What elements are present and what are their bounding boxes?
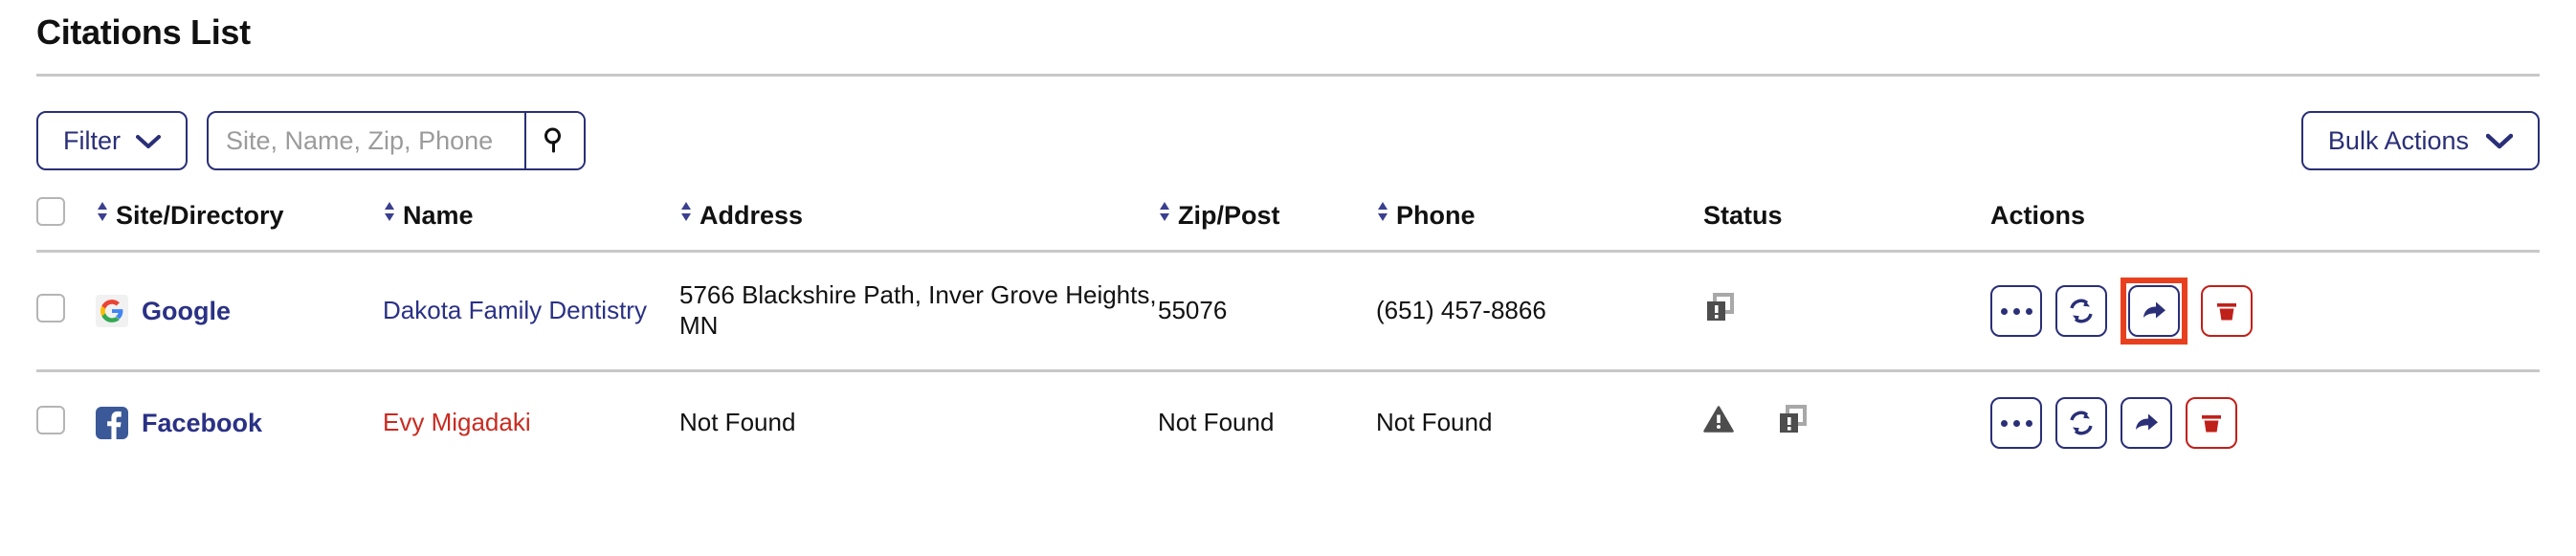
row-site-cell: Google bbox=[96, 250, 383, 371]
forward-icon[interactable] bbox=[2128, 285, 2180, 338]
row-select-cell bbox=[36, 369, 96, 475]
sync-icon[interactable] bbox=[2055, 397, 2107, 450]
row-actions-cell bbox=[1990, 369, 2540, 475]
page-title: Citations List bbox=[36, 12, 251, 52]
row-checkbox[interactable] bbox=[36, 406, 65, 435]
sort-icon[interactable] bbox=[96, 200, 109, 230]
delete-icon[interactable] bbox=[2186, 397, 2237, 450]
table-header-row: Site/Directory Name Address Zip/Post Pho… bbox=[36, 197, 2540, 252]
more-icon[interactable] bbox=[1990, 285, 2042, 338]
column-header-phone[interactable]: Phone bbox=[1376, 197, 1703, 252]
row-name-cell: Evy Migadaki bbox=[383, 369, 679, 475]
forward-icon[interactable] bbox=[2121, 397, 2172, 450]
more-icon[interactable] bbox=[1990, 397, 2042, 450]
chevron-down-icon bbox=[136, 126, 161, 156]
column-header-site[interactable]: Site/Directory bbox=[96, 197, 383, 252]
row-select-cell bbox=[36, 250, 96, 371]
row-checkbox[interactable] bbox=[36, 294, 65, 323]
column-header-zip-label: Zip/Post bbox=[1178, 201, 1280, 231]
column-header-address-label: Address bbox=[700, 201, 804, 231]
listing-name-link[interactable]: Evy Migadaki bbox=[383, 408, 531, 436]
column-header-name-label: Name bbox=[403, 201, 474, 231]
search-button[interactable] bbox=[524, 113, 584, 169]
column-header-actions: Actions bbox=[1990, 197, 2540, 252]
bulk-actions-label: Bulk Actions bbox=[2327, 125, 2469, 155]
site-name: Facebook bbox=[142, 408, 263, 437]
filter-button[interactable]: Filter bbox=[36, 111, 188, 171]
row-phone-cell: Not Found bbox=[1376, 369, 1703, 475]
row-actions-cell bbox=[1990, 250, 2540, 371]
delete-icon[interactable] bbox=[2201, 285, 2253, 338]
row-address-cell: Not Found bbox=[679, 369, 1158, 475]
column-header-name[interactable]: Name bbox=[383, 197, 679, 252]
sort-icon[interactable] bbox=[679, 200, 693, 230]
search-box bbox=[207, 111, 586, 171]
column-header-status-label: Status bbox=[1703, 201, 1783, 231]
search-input[interactable] bbox=[209, 113, 524, 169]
table-row: Google Dakota Family Dentistry 5766 Blac… bbox=[36, 250, 2540, 371]
citations-list-page: Citations List Filter Bulk Actions bbox=[0, 0, 2576, 556]
row-zip-cell: 55076 bbox=[1158, 250, 1376, 371]
ellipsis-glyph bbox=[2000, 419, 2032, 427]
duplicate-alert-icon[interactable] bbox=[1703, 291, 1736, 331]
select-all-header bbox=[36, 197, 96, 252]
row-name-cell: Dakota Family Dentistry bbox=[383, 250, 679, 371]
title-divider bbox=[36, 74, 2540, 78]
column-header-actions-label: Actions bbox=[1990, 201, 2086, 231]
forward-action-highlight bbox=[2121, 278, 2187, 345]
citations-table: Site/Directory Name Address Zip/Post Pho… bbox=[36, 197, 2540, 475]
site-name: Google bbox=[142, 296, 231, 325]
google-logo-icon bbox=[96, 295, 128, 328]
sort-icon[interactable] bbox=[383, 200, 396, 230]
filter-button-label: Filter bbox=[63, 125, 121, 155]
toolbar: Filter Bulk Actions bbox=[36, 111, 2540, 171]
row-zip-cell: Not Found bbox=[1158, 369, 1376, 475]
row-address-cell: 5766 Blackshire Path, Inver Grove Height… bbox=[679, 250, 1158, 371]
facebook-logo-icon bbox=[96, 407, 128, 440]
column-header-phone-label: Phone bbox=[1396, 201, 1476, 231]
ellipsis-glyph bbox=[2000, 307, 2032, 315]
row-status-cell bbox=[1703, 250, 1990, 371]
table-row: Facebook Evy Migadaki Not Found Not Foun… bbox=[36, 369, 2540, 475]
column-header-site-label: Site/Directory bbox=[116, 201, 284, 231]
row-status-cell bbox=[1703, 369, 1990, 475]
sort-icon[interactable] bbox=[1158, 200, 1171, 230]
listing-name-link[interactable]: Dakota Family Dentistry bbox=[383, 296, 647, 324]
row-site-cell: Facebook bbox=[96, 369, 383, 475]
column-header-zip[interactable]: Zip/Post bbox=[1158, 197, 1376, 252]
warning-triangle-icon[interactable] bbox=[1703, 405, 1734, 441]
duplicate-alert-icon[interactable] bbox=[1776, 403, 1809, 443]
bulk-actions-button[interactable]: Bulk Actions bbox=[2300, 111, 2540, 171]
sort-icon[interactable] bbox=[1376, 200, 1389, 230]
chevron-down-icon bbox=[2485, 126, 2514, 156]
row-phone-cell: (651) 457-8866 bbox=[1376, 250, 1703, 371]
sync-icon[interactable] bbox=[2055, 285, 2107, 338]
column-header-status: Status bbox=[1703, 197, 1990, 252]
search-icon bbox=[541, 125, 569, 157]
column-header-address[interactable]: Address bbox=[679, 197, 1158, 252]
select-all-checkbox[interactable] bbox=[36, 197, 65, 227]
